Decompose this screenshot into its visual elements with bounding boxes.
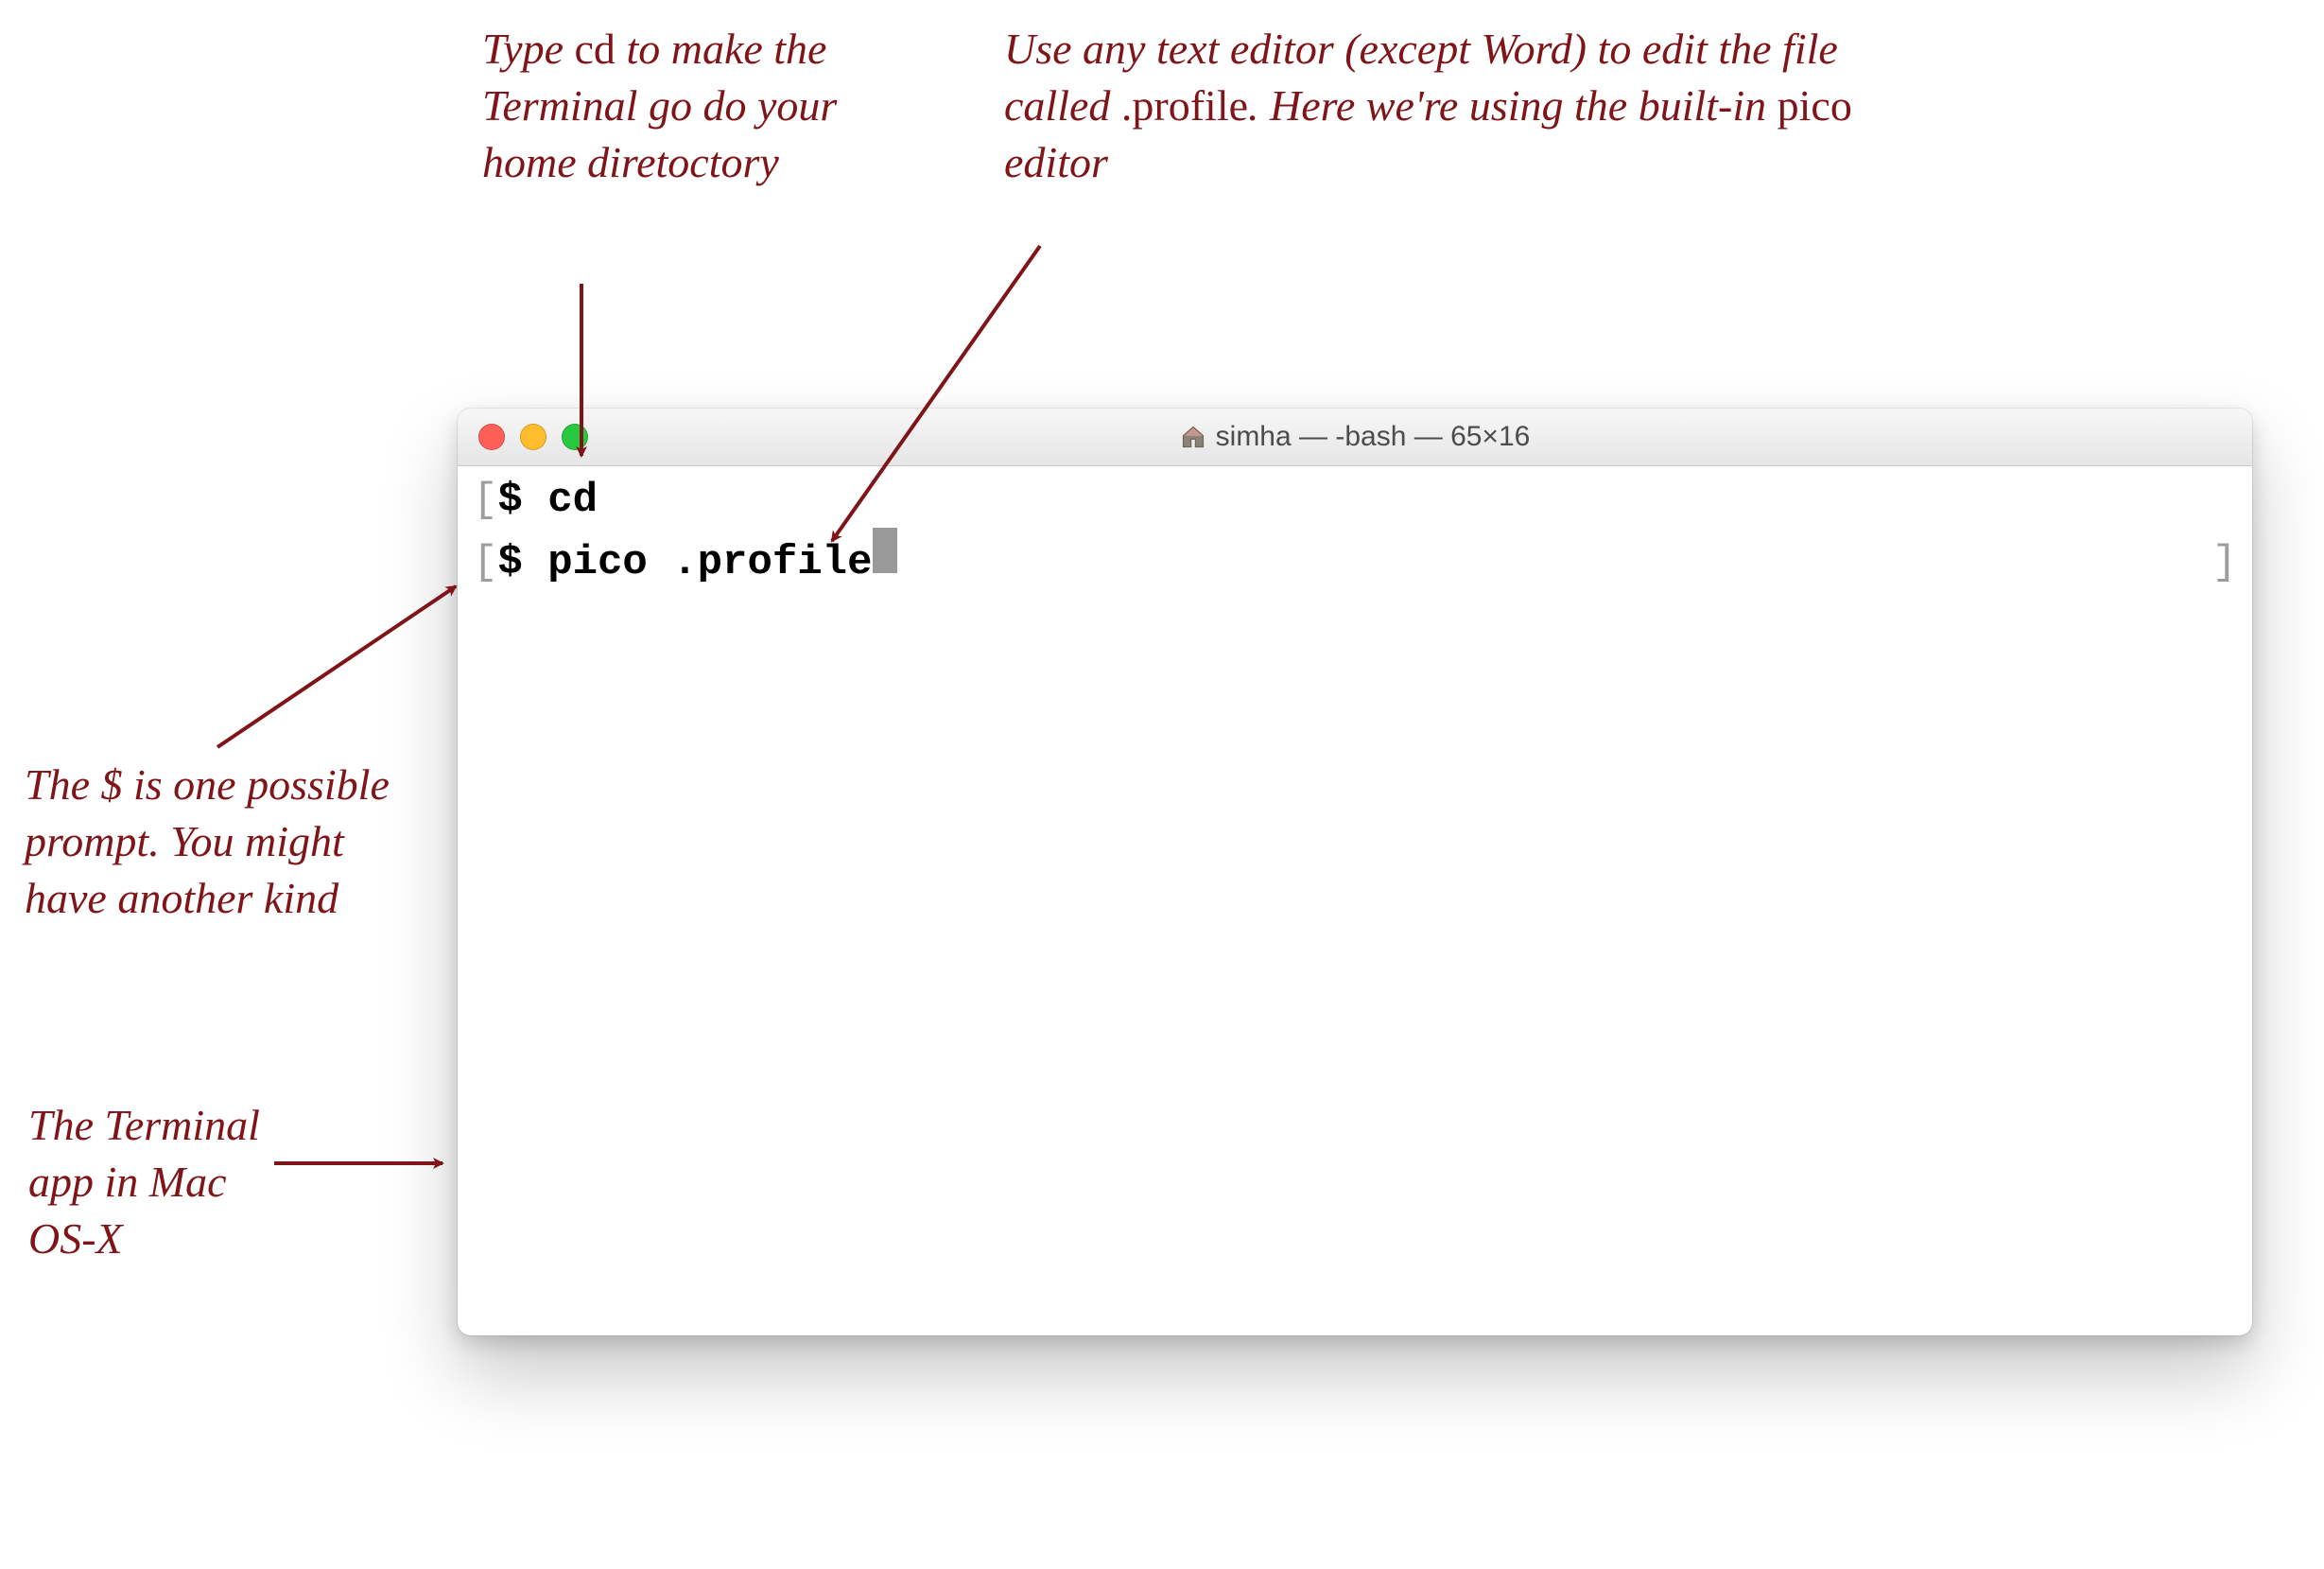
terminal-line-2: [$ pico .profile] [473,528,2237,590]
minimize-icon[interactable] [520,424,546,450]
cursor-icon [873,528,897,573]
annotation-prompt: The $ is one possible prompt. You might … [25,757,422,926]
annotation-pico-code1: .profile [1121,81,1248,130]
terminal-line-2-text: $ pico .profile [497,536,872,590]
annotation-pico-mid: . Here we're using the built-in [1248,81,1778,130]
annotation-pico: Use any text editor (except Word) to edi… [1004,21,1883,190]
annotation-cd-code: cd [575,25,616,73]
annotation-pico-post: editor [1004,138,1108,186]
window-title: simha — -bash — 65×16 [1216,421,1531,453]
terminal-body[interactable]: [$ cd [$ pico .profile] [458,466,2252,598]
terminal-window: simha — -bash — 65×16 [$ cd [$ pico .pro… [458,409,2252,1335]
annotation-cd-pre: Type [482,25,575,73]
title-bar[interactable]: simha — -bash — 65×16 [458,409,2252,466]
window-title-group: simha — -bash — 65×16 [458,421,2252,453]
annotation-terminal: The Terminal app in Mac OS-X [28,1097,274,1266]
annotation-cd: Type cd to make the Terminal go do your … [482,21,936,190]
zoom-icon[interactable] [562,424,588,450]
home-icon [1180,424,1206,450]
annotation-pico-code2: pico [1778,81,1852,130]
traffic-lights [478,424,588,450]
terminal-line-1-text: $ cd [497,474,598,528]
arrow-prompt [217,586,456,747]
close-icon[interactable] [478,424,505,450]
terminal-line-1: [$ cd [473,474,2237,528]
